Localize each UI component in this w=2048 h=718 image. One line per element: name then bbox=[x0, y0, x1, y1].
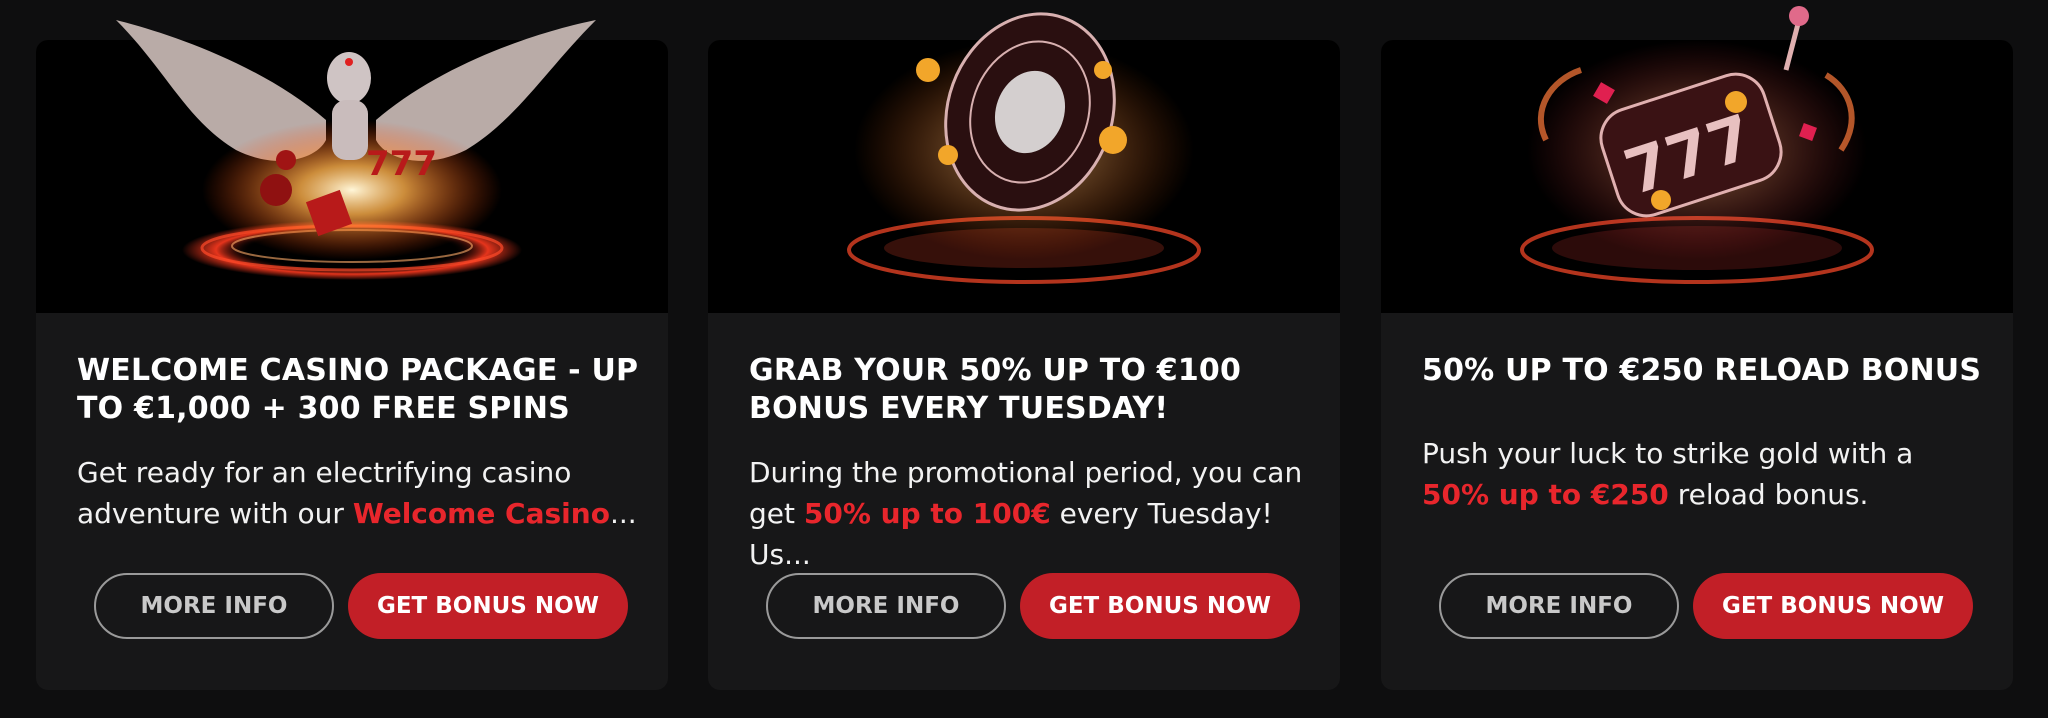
roulette-wheel-image bbox=[847, 12, 1201, 284]
promo-card-reload: 777 50% UP TO €250 RELOAD BONUS Push you… bbox=[1381, 6, 2013, 690]
slot-machine-777-image: 777 bbox=[1520, 6, 1874, 284]
promo-description: Get ready for an electrifying casino adv… bbox=[77, 452, 637, 534]
more-info-button[interactable]: MORE INFO bbox=[1439, 573, 1679, 639]
desc-text: Push your luck to strike gold with a bbox=[1422, 437, 1914, 470]
desc-highlight: Welcome Casino bbox=[352, 497, 610, 530]
winged-statue-casino-image: 777 bbox=[116, 20, 596, 280]
more-info-button[interactable]: MORE INFO bbox=[94, 573, 334, 639]
desc-text-end: reload bonus. bbox=[1668, 478, 1869, 511]
promo-card-welcome: 777 WELCOME CASINO PACKAGE - UP TO €1,00… bbox=[36, 20, 668, 690]
promo-title: GRAB YOUR 50% UP TO €100 BONUS EVERY TUE… bbox=[749, 353, 1242, 426]
promo-description: Push your luck to strike gold with a 50%… bbox=[1422, 433, 1982, 515]
promo-card-tuesday: GRAB YOUR 50% UP TO €100 BONUS EVERY TUE… bbox=[708, 12, 1340, 690]
desc-text-end: ... bbox=[609, 497, 637, 530]
get-bonus-button[interactable]: GET BONUS NOW bbox=[348, 573, 628, 639]
desc-highlight: 50% up to €250 bbox=[1422, 478, 1669, 511]
get-bonus-button[interactable]: GET BONUS NOW bbox=[1020, 573, 1300, 639]
promo-banner: 777 bbox=[1381, 6, 2013, 313]
promo-title: WELCOME CASINO PACKAGE - UP TO €1,000 + … bbox=[77, 353, 639, 426]
promo-banner: 777 bbox=[36, 20, 668, 313]
get-bonus-button[interactable]: GET BONUS NOW bbox=[1693, 573, 1973, 639]
promo-description: During the promotional period, you can g… bbox=[749, 452, 1309, 575]
more-info-button[interactable]: MORE INFO bbox=[766, 573, 1006, 639]
desc-highlight: 50% up to 100€ bbox=[803, 497, 1051, 530]
promo-cards: 777 WELCOME CASINO PACKAGE - UP TO €1,00… bbox=[0, 0, 2048, 718]
promo-banner bbox=[708, 12, 1340, 313]
svg-text:777: 777 bbox=[366, 144, 437, 184]
promo-title: 50% UP TO €250 RELOAD BONUS bbox=[1422, 353, 1982, 388]
